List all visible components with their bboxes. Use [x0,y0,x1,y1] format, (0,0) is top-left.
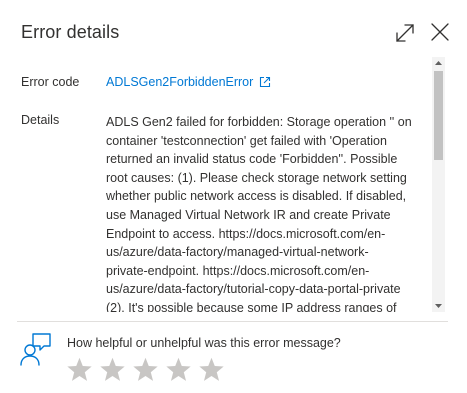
star-icon[interactable] [132,356,159,383]
feedback-question: How helpful or unhelpful was this error … [67,336,341,350]
scroll-down-arrow-icon[interactable] [432,300,445,312]
error-details-text: ADLS Gen2 failed for forbidden: Storage … [106,113,430,312]
error-code-link[interactable]: ADLSGen2ForbiddenError [106,75,271,89]
star-icon[interactable] [165,356,192,383]
scrollbar-thumb[interactable] [434,71,443,160]
details-line: container 'testconnection' get failed wi… [106,133,387,148]
star-icon[interactable] [66,356,93,383]
error-code-value[interactable]: ADLSGen2ForbiddenError [106,75,253,89]
scroll-up-arrow-icon[interactable] [432,57,445,69]
divider [17,321,448,322]
details-line: Endpoint to access. https://docs.microso… [106,226,386,241]
details-line: returned an invalid status code 'Forbidd… [106,152,398,167]
star-icon[interactable] [198,356,225,383]
details-line: us/azure/data-factory/managed-virtual-ne… [106,245,369,260]
error-code-label: Error code [21,75,80,89]
page-title: Error details [21,22,120,42]
external-link-icon [260,76,271,88]
details-line: private-endpoint. https://docs.microsoft… [106,263,370,278]
details-line: (2). It's possible because some IP addre… [106,300,397,312]
close-icon[interactable] [430,22,450,42]
details-line: whether public network access is disable… [106,189,407,204]
expand-icon[interactable] [394,22,416,44]
details-label: Details [21,113,60,127]
details-scroll-area[interactable]: Error code ADLSGen2ForbiddenError Detail… [0,57,432,312]
details-line: ADLS Gen2 failed for forbidden: Storage … [106,115,412,129]
vertical-scrollbar[interactable] [432,57,445,312]
star-icon[interactable] [99,356,126,383]
details-line: us/azure/data-factory/tutorial-copy-data… [106,282,401,297]
feedback-person-chat-icon [20,333,51,366]
details-line: use Managed Virtual Network IR and creat… [106,207,391,222]
rating-stars[interactable] [66,356,225,383]
details-line: root causes: (1). Please check storage n… [106,170,407,185]
